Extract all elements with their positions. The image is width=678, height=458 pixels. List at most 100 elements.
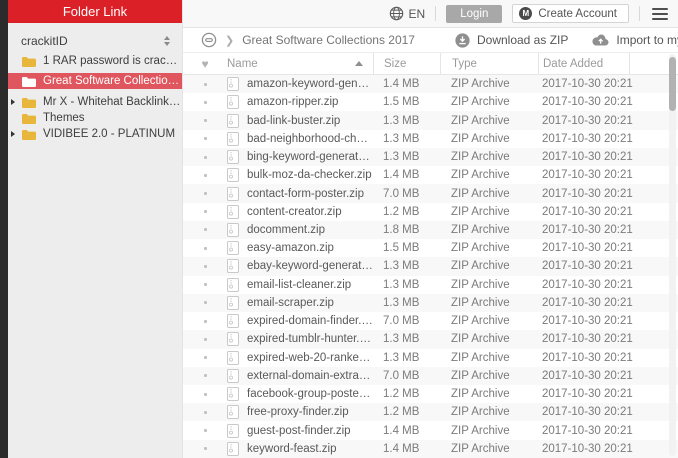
file-date: 2017-10-30 20:21 [542, 351, 633, 364]
favorite-dot-icon[interactable] [203, 356, 207, 360]
scrollbar-track[interactable] [669, 54, 676, 456]
file-row[interactable]: expired-tumblr-hunter.zip 1.3 MB ZIP Arc… [183, 330, 678, 349]
file-name[interactable]: bad-link-buster.zip [247, 115, 340, 127]
file-name[interactable]: bad-neighborhood-checker.zip [247, 133, 373, 145]
file-row[interactable]: external-domain-extractor.zip 7.0 MB ZIP… [183, 366, 678, 385]
sidebar-folder-item[interactable]: 1 RAR password is crackitindones... [8, 53, 182, 69]
favorite-dot-icon[interactable] [203, 210, 207, 214]
file-name[interactable]: email-list-cleaner.zip [247, 279, 351, 291]
file-name[interactable]: easy-amazon.zip [247, 242, 334, 254]
favorite-dot-icon[interactable] [203, 447, 207, 451]
file-name[interactable]: external-domain-extractor.zip [247, 370, 373, 382]
file-row[interactable]: guest-post-finder.zip 1.4 MB ZIP Archive… [183, 421, 678, 439]
menu-icon[interactable] [650, 6, 670, 22]
file-row[interactable]: bing-keyword-generator.zip 1.3 MB ZIP Ar… [183, 147, 678, 167]
favorite-dot-icon[interactable] [203, 155, 207, 159]
file-row[interactable]: keyword-feast.zip 1.4 MB ZIP Archive 201… [183, 439, 678, 458]
favorite-dot-icon[interactable] [203, 100, 207, 104]
file-row[interactable]: facebook-group-poster.zip 1.2 MB ZIP Arc… [183, 385, 678, 403]
file-name[interactable]: amazon-ripper.zip [247, 96, 338, 108]
sidebar-folder-item[interactable]: Themes [8, 110, 182, 126]
favorite-dot-icon[interactable] [203, 337, 207, 341]
sidebar-sort-icon[interactable] [164, 35, 170, 46]
file-row[interactable]: ebay-keyword-generator.zip 1.3 MB ZIP Ar… [183, 257, 678, 276]
file-row[interactable]: contact-form-poster.zip 7.0 MB ZIP Archi… [183, 184, 678, 203]
file-name[interactable]: expired-domain-finder.zip [247, 315, 373, 327]
file-row[interactable]: docomment.zip 1.8 MB ZIP Archive 2017-10… [183, 220, 678, 240]
folder-tree: 1 RAR password is crackitindones... Grea… [8, 53, 182, 142]
file-row[interactable]: amazon-keyword-generator.zip 1.4 MB ZIP … [183, 75, 678, 94]
favorite-dot-icon[interactable] [203, 246, 207, 250]
file-row[interactable]: easy-amazon.zip 1.5 MB ZIP Archive 2017-… [183, 239, 678, 257]
import-to-cloud-button[interactable]: Import to my cloud drive [592, 33, 678, 47]
favorite-heart-icon[interactable]: ♥ [201, 58, 208, 70]
column-header-name[interactable]: Name [227, 53, 373, 74]
favorite-dot-icon[interactable] [203, 283, 207, 287]
column-header-size[interactable]: Size [373, 53, 440, 74]
file-name[interactable]: keyword-feast.zip [247, 443, 336, 455]
file-name[interactable]: bing-keyword-generator.zip [247, 151, 373, 163]
file-name[interactable]: email-scraper.zip [247, 297, 334, 309]
file-row[interactable]: expired-web-20-ranker.zip 1.3 MB ZIP Arc… [183, 349, 678, 367]
file-name[interactable]: content-creator.zip [247, 206, 342, 218]
favorite-dot-icon[interactable] [203, 410, 207, 414]
file-type: ZIP Archive [451, 114, 510, 127]
expand-arrow-icon[interactable] [11, 131, 15, 137]
sidebar-folder-item[interactable]: Great Software Collections 2017 [8, 73, 182, 89]
file-row[interactable]: email-list-cleaner.zip 1.3 MB ZIP Archiv… [183, 276, 678, 294]
file-name[interactable]: expired-web-20-ranker.zip [247, 352, 373, 364]
file-name[interactable]: bulk-moz-da-checker.zip [247, 169, 372, 181]
favorite-dot-icon[interactable] [203, 82, 207, 86]
favorite-dot-icon[interactable] [203, 429, 207, 433]
login-button[interactable]: Login [446, 4, 503, 23]
file-row[interactable]: bulk-moz-da-checker.zip 1.4 MB ZIP Archi… [183, 166, 678, 184]
favorite-dot-icon[interactable] [203, 119, 207, 123]
file-name[interactable]: facebook-group-poster.zip [247, 388, 373, 400]
favorite-dot-icon[interactable] [203, 264, 207, 268]
breadcrumb-bar: ❯ Great Software Collections 2017 Downlo… [183, 28, 678, 52]
file-size: 7.0 MB [383, 187, 420, 200]
file-name[interactable]: amazon-keyword-generator.zip [247, 78, 373, 90]
file-row[interactable]: expired-domain-finder.zip 7.0 MB ZIP Arc… [183, 312, 678, 330]
favorite-dot-icon[interactable] [203, 319, 207, 323]
zip-file-icon [227, 350, 239, 365]
file-name[interactable]: ebay-keyword-generator.zip [247, 260, 373, 272]
favorite-dot-icon[interactable] [203, 228, 207, 232]
column-header-type[interactable]: Type [440, 53, 538, 74]
file-name[interactable]: contact-form-poster.zip [247, 188, 364, 200]
favorite-dot-icon[interactable] [203, 173, 207, 177]
scrollbar-thumb[interactable] [669, 57, 676, 111]
favorite-dot-icon[interactable] [203, 392, 207, 396]
file-date: 2017-10-30 20:21 [542, 114, 633, 127]
expand-arrow-icon[interactable] [11, 99, 15, 105]
column-header-date-added[interactable]: Date Added [538, 53, 629, 74]
file-size: 7.0 MB [383, 315, 420, 328]
file-name[interactable]: expired-tumblr-hunter.zip [247, 333, 373, 345]
file-size: 1.3 MB [383, 351, 420, 364]
file-name[interactable]: free-proxy-finder.zip [247, 406, 349, 418]
create-account-button[interactable]: M Create Account [512, 4, 629, 23]
file-row[interactable]: bad-neighborhood-checker.zip 1.3 MB ZIP … [183, 130, 678, 148]
sidebar-folder-item[interactable]: Mr X - Whitehat Backlinking [8, 94, 182, 110]
download-as-zip-button[interactable]: Download as ZIP [455, 32, 568, 48]
file-row[interactable]: bad-link-buster.zip 1.3 MB ZIP Archive 2… [183, 111, 678, 130]
zip-file-icon [227, 368, 239, 383]
file-row[interactable]: amazon-ripper.zip 1.5 MB ZIP Archive 201… [183, 93, 678, 111]
file-row[interactable]: free-proxy-finder.zip 1.2 MB ZIP Archive… [183, 403, 678, 422]
file-type: ZIP Archive [451, 424, 510, 437]
file-type: ZIP Archive [451, 333, 510, 346]
file-size: 7.0 MB [383, 369, 420, 382]
file-row[interactable]: email-scraper.zip 1.3 MB ZIP Archive 201… [183, 293, 678, 313]
favorite-dot-icon[interactable] [203, 137, 207, 141]
file-name[interactable]: guest-post-finder.zip [247, 425, 351, 437]
favorite-dot-icon[interactable] [203, 192, 207, 196]
favorite-dot-icon[interactable] [203, 374, 207, 378]
breadcrumb[interactable]: Great Software Collections 2017 [242, 33, 415, 47]
sidebar-folder-item[interactable]: VIDIBEE 2.0 - PLATINUM [8, 126, 182, 142]
file-type: ZIP Archive [451, 388, 510, 401]
favorite-dot-icon[interactable] [203, 301, 207, 305]
file-size: 1.2 MB [383, 388, 420, 401]
language-selector[interactable]: EN [389, 6, 425, 21]
file-name[interactable]: docomment.zip [247, 224, 325, 236]
file-row[interactable]: content-creator.zip 1.2 MB ZIP Archive 2… [183, 203, 678, 221]
